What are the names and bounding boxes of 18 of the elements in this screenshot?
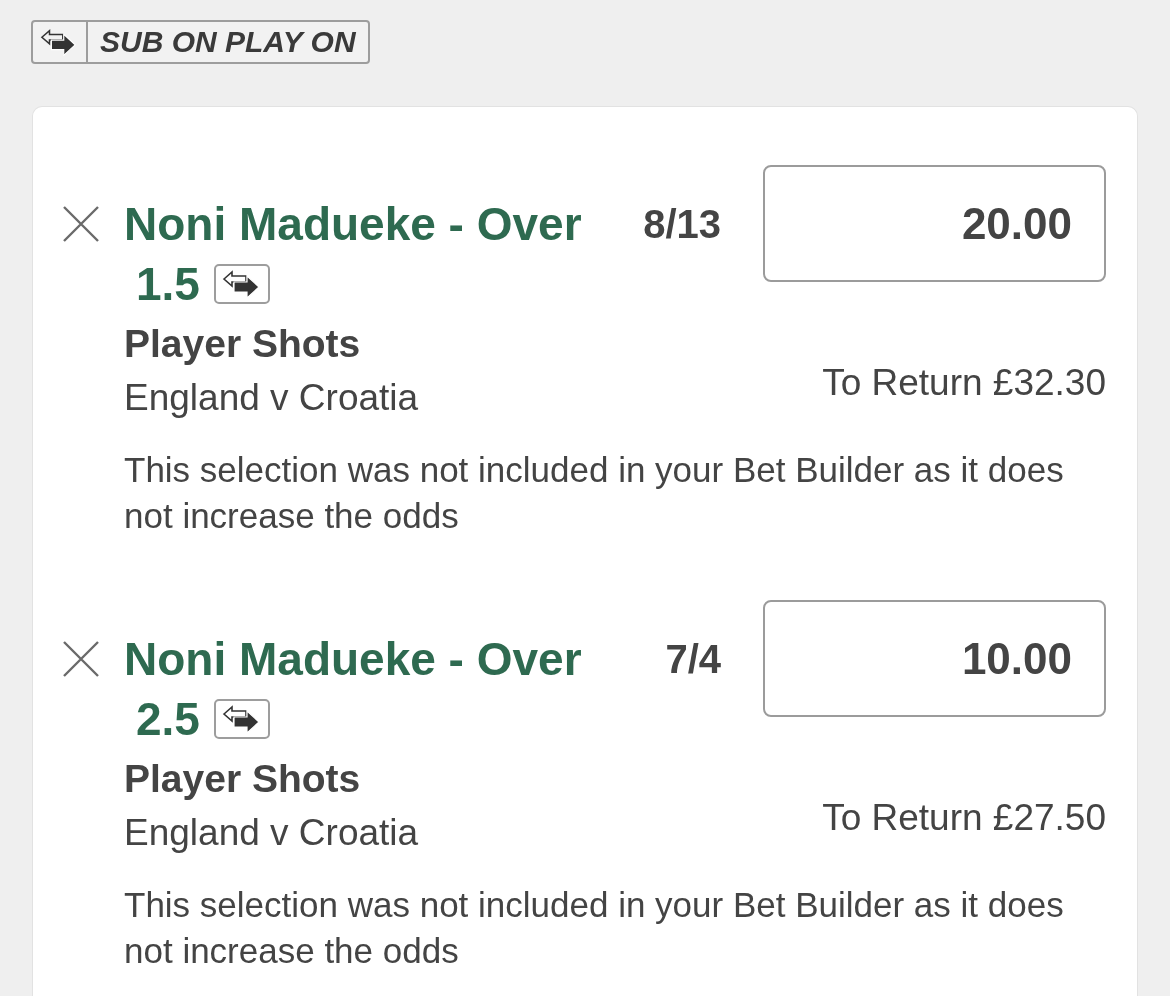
stake-input[interactable]: 20.00 bbox=[763, 165, 1106, 282]
selection-title: Noni Madueke - Over 2.5 bbox=[124, 633, 582, 745]
selection-note: This selection was not included in your Bet Builder as it does not increase the odds bbox=[124, 884, 1065, 972]
event-label: England v Croatia bbox=[124, 811, 419, 855]
event-label: England v Croatia bbox=[124, 376, 419, 420]
market-label: Player Shots bbox=[124, 321, 361, 367]
close-button[interactable] bbox=[62, 205, 100, 243]
selection-note: This selection was not included in your Bet Builder as it does not increase the odds bbox=[124, 449, 1065, 537]
badge-label: SUB ON PLAY ON bbox=[99, 24, 357, 60]
swap-arrows-icon bbox=[40, 27, 78, 57]
to-return-label: To Return £27.50 bbox=[822, 796, 1106, 840]
market-label: Player Shots bbox=[124, 756, 361, 802]
odds-label: 8/13 bbox=[642, 201, 721, 248]
to-return-label: To Return £32.30 bbox=[822, 361, 1106, 405]
close-button[interactable] bbox=[62, 640, 100, 678]
selection-title: Noni Madueke - Over 1.5 bbox=[124, 198, 582, 310]
stake-input[interactable]: 10.00 bbox=[763, 600, 1106, 717]
odds-label: 7/4 bbox=[664, 636, 721, 683]
